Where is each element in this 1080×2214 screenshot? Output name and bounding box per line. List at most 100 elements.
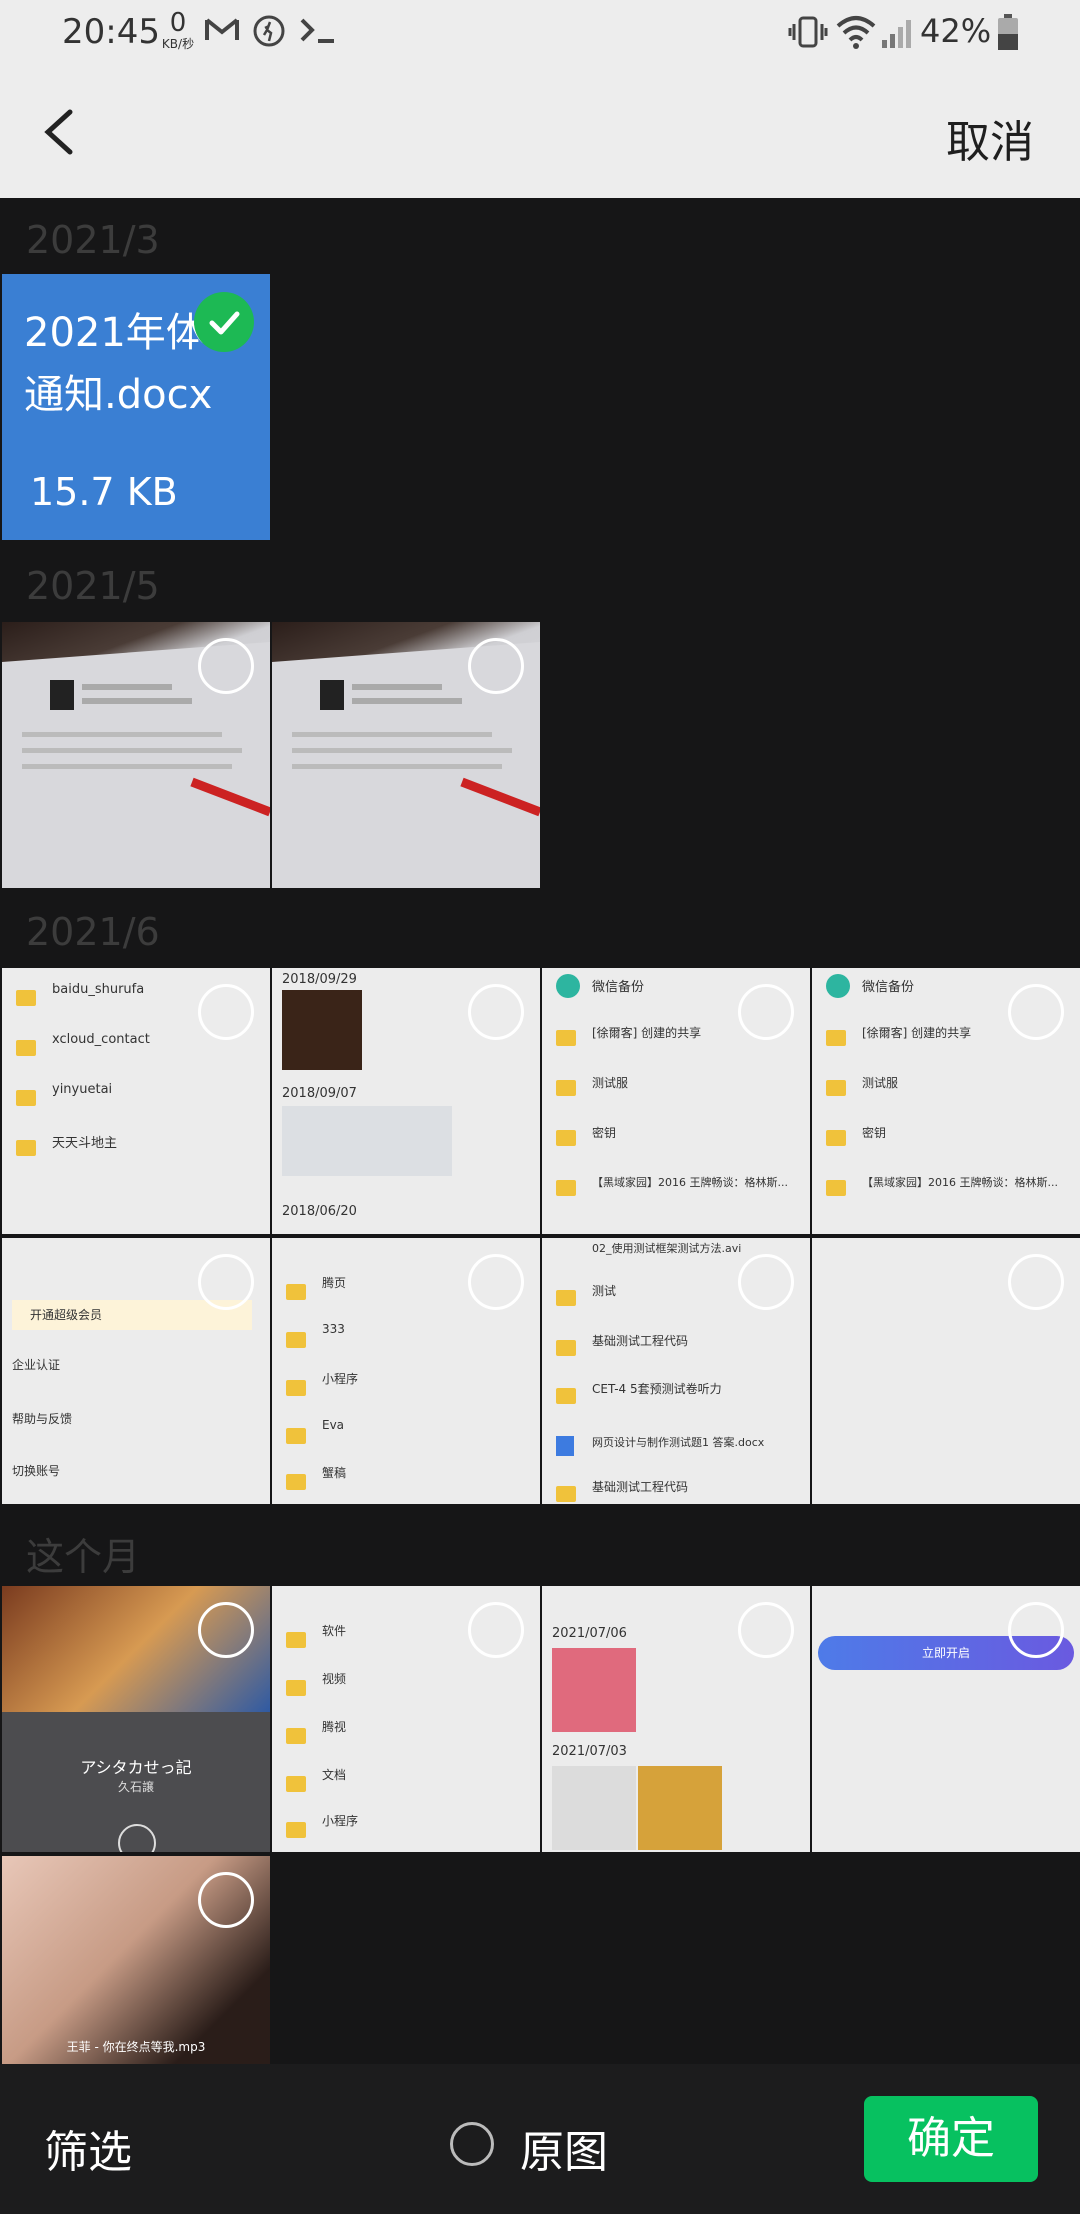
folder-icon <box>826 1180 846 1196</box>
select-circle[interactable] <box>738 984 794 1040</box>
file-name: CET-4 5套预测试卷听力 <box>592 1382 722 1396</box>
menu-text: 切换账号 <box>12 1464 61 1478</box>
file-name: 网页设计与制作测试题1 答案.docx <box>592 1436 765 1449</box>
screenshot-tile[interactable]: 02_使用测试框架测试方法.avi 测试 基础测试工程代码 CET-4 5套预测… <box>542 1238 810 1504</box>
original-image-label[interactable]: 原图 <box>520 2116 608 2180</box>
menu-text: 帮助与反馈 <box>12 1412 73 1426</box>
select-circle[interactable] <box>198 1602 254 1658</box>
screenshot-tile[interactable]: 微信备份 [徐爾客] 创建的共享 测试服 密钥 【黑域家园】2016 王牌畅谈：… <box>542 968 810 1234</box>
battery-percent: 42% <box>920 12 992 50</box>
tile-title: 微信备份 <box>862 980 915 995</box>
select-circle[interactable] <box>738 1254 794 1310</box>
status-bar: 20:45 0 KB/秒 42% <box>0 0 1080 70</box>
folder-icon <box>286 1632 306 1648</box>
folder-icon <box>826 1130 846 1146</box>
file-name: 小程序 <box>322 1814 359 1828</box>
select-circle[interactable] <box>1008 1602 1064 1658</box>
tile-title: 微信备份 <box>592 980 645 995</box>
bottom-toolbar: 筛选 原图 确定 <box>0 2064 1080 2214</box>
screenshot-tile[interactable]: 软件 视频 腾视 文档 小程序 <box>272 1586 540 1852</box>
select-circle[interactable] <box>198 984 254 1040</box>
folder-icon <box>826 1080 846 1096</box>
folder-icon <box>16 1040 36 1056</box>
thumbnail-image <box>282 990 362 1070</box>
file-name: 蟹稿 <box>322 1466 347 1480</box>
section-date: 2021/3 <box>26 218 160 262</box>
net-speed: 0 KB/秒 <box>160 10 196 50</box>
thumbnail-image <box>552 1648 636 1732</box>
folder-icon <box>286 1728 306 1744</box>
file-name: 腾页 <box>322 1276 347 1290</box>
chevron-left-icon <box>44 109 73 155</box>
screenshot-tile[interactable]: 立即开启 <box>812 1586 1080 1852</box>
folder-icon <box>556 1340 576 1356</box>
select-circle[interactable] <box>468 1254 524 1310</box>
file-name: [徐爾客] 创建的共享 <box>592 1026 702 1040</box>
file-name: 测试 <box>592 1284 617 1298</box>
file-name: 密钥 <box>862 1126 887 1140</box>
screenshot-tile[interactable]: 2018/09/29 2018/09/07 2018/06/20 <box>272 968 540 1234</box>
folder-icon <box>556 1130 576 1146</box>
folder-icon <box>16 1090 36 1106</box>
select-circle[interactable] <box>1008 984 1064 1040</box>
signal-icon <box>880 14 916 54</box>
song-title: アシタカせっ記 <box>80 1758 192 1777</box>
folder-icon <box>286 1284 306 1300</box>
play-icon <box>118 1824 156 1852</box>
battery-icon <box>996 14 1020 56</box>
promo-text: 开通超级会员 <box>30 1308 103 1322</box>
select-circle[interactable] <box>198 1254 254 1310</box>
photo-tile[interactable] <box>272 622 540 888</box>
select-circle[interactable] <box>738 1602 794 1658</box>
screenshot-tile[interactable]: baidu_shurufa xcloud_contact yinyuetai 天… <box>2 968 270 1234</box>
selected-checkmark[interactable] <box>194 292 254 352</box>
screenshot-tile[interactable]: 腾页 333 小程序 Eva 蟹稿 <box>272 1238 540 1504</box>
select-circle[interactable] <box>468 984 524 1040</box>
file-name: yinyuetai <box>52 1082 113 1097</box>
doc-file-icon <box>556 1436 574 1456</box>
folder-icon <box>556 1486 576 1502</box>
folder-icon <box>556 1080 576 1096</box>
select-circle[interactable] <box>1008 1254 1064 1310</box>
cancel-button[interactable]: 取消 <box>946 106 1034 170</box>
select-circle[interactable] <box>198 638 254 694</box>
status-time: 20:45 <box>62 12 160 52</box>
photo-tile[interactable]: 王菲 - 你在终点等我.mp3 <box>2 1856 270 2064</box>
file-name: 测试服 <box>862 1076 899 1090</box>
file-name: xcloud_contact <box>52 1032 150 1047</box>
file-name: 02_使用测试框架测试方法.avi <box>592 1242 742 1255</box>
file-name: 333 <box>322 1322 345 1336</box>
net-speed-unit: KB/秒 <box>161 37 195 51</box>
wechat-icon <box>826 974 850 998</box>
file-name: 基础测试工程代码 <box>592 1334 689 1348</box>
date-text: 2021/07/06 <box>552 1626 627 1641</box>
select-circle[interactable] <box>468 638 524 694</box>
screenshot-tile[interactable]: 微信备份 [徐爾客] 创建的共享 测试服 密钥 【黑域家园】2016 王牌畅谈：… <box>812 968 1080 1234</box>
folder-icon <box>556 1290 576 1306</box>
screenshot-tile[interactable]: 2021/07/06 2021/07/03 <box>542 1586 810 1852</box>
file-name: 天天斗地主 <box>52 1136 118 1151</box>
select-circle[interactable] <box>198 1872 254 1928</box>
date-text: 2018/06/20 <box>282 1204 357 1219</box>
photo-tile[interactable] <box>2 622 270 888</box>
back-button[interactable] <box>30 100 94 164</box>
filter-button[interactable]: 筛选 <box>44 2116 132 2180</box>
thumbnail-image <box>552 1766 636 1850</box>
thumbnail-image <box>638 1766 722 1850</box>
select-circle[interactable] <box>468 1602 524 1658</box>
music-screenshot-tile[interactable]: アシタカせっ記 久石譲 <box>2 1586 270 1852</box>
file-name: 【黑域家园】2016 王牌畅谈：格林斯... <box>862 1176 1058 1189</box>
confirm-button[interactable]: 确定 <box>864 2096 1038 2182</box>
original-image-radio[interactable] <box>450 2122 494 2166</box>
check-icon <box>209 311 240 335</box>
file-name: 软件 <box>322 1624 347 1638</box>
terminal-icon <box>298 14 338 50</box>
screenshot-tile[interactable]: 开通超级会员 企业认证 帮助与反馈 切换账号 <box>2 1238 270 1504</box>
folder-icon <box>556 1388 576 1404</box>
folder-icon <box>556 1180 576 1196</box>
folder-icon <box>286 1332 306 1348</box>
net-speed-value: 0 <box>169 8 187 38</box>
document-tile[interactable]: 2021年体 通知.docx 15.7 KB <box>2 274 270 540</box>
folder-icon <box>286 1474 306 1490</box>
screenshot-tile[interactable] <box>812 1238 1080 1504</box>
